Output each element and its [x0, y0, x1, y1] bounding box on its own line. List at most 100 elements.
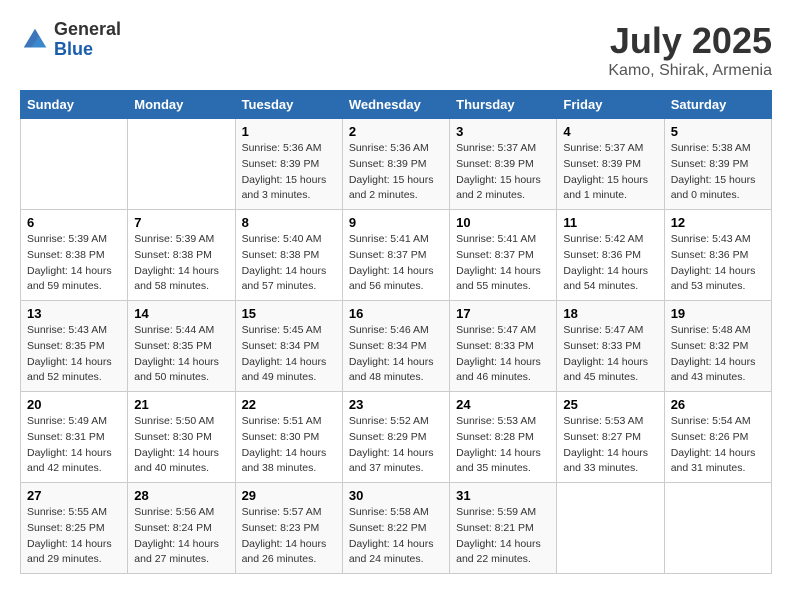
day-number: 5 — [671, 124, 765, 139]
weekday-header: Wednesday — [342, 91, 449, 119]
weekday-header: Saturday — [664, 91, 771, 119]
day-number: 3 — [456, 124, 550, 139]
day-info: Sunrise: 5:41 AMSunset: 8:37 PMDaylight:… — [349, 232, 443, 295]
day-info: Sunrise: 5:38 AMSunset: 8:39 PMDaylight:… — [671, 141, 765, 204]
day-info: Sunrise: 5:56 AMSunset: 8:24 PMDaylight:… — [134, 505, 228, 568]
day-number: 11 — [563, 215, 657, 230]
calendar-body: 1Sunrise: 5:36 AMSunset: 8:39 PMDaylight… — [21, 119, 772, 574]
calendar-cell: 14Sunrise: 5:44 AMSunset: 8:35 PMDayligh… — [128, 301, 235, 392]
calendar-cell: 21 Sunrise: 5:50 AMSunset: 8:30 PMDayligh… — [128, 392, 235, 483]
day-number: 24 — [456, 397, 550, 412]
calendar-cell: 9Sunrise: 5:41 AMSunset: 8:37 PMDaylight… — [342, 210, 449, 301]
location: Kamo, Shirak, Armenia — [608, 62, 772, 80]
calendar-cell: 27 Sunrise: 5:55 AMSunset: 8:25 PMDayligh… — [21, 483, 128, 574]
weekday-header: Friday — [557, 91, 664, 119]
day-info: Sunrise: 5:47 AMSunset: 8:33 PMDaylight:… — [563, 323, 657, 386]
logo: General Blue — [20, 20, 121, 60]
calendar-cell: 31Sunrise: 5:59 AMSunset: 8:21 PMDayligh… — [450, 483, 557, 574]
day-number: 22 — [242, 397, 336, 412]
day-info: Sunrise: 5:40 AMSunset: 8:38 PMDaylight:… — [242, 232, 336, 295]
day-number: 10 — [456, 215, 550, 230]
day-info: Sunrise: 5:51 AMSunset: 8:30 PMDaylight:… — [242, 414, 336, 477]
day-info: Sunrise: 5:57 AMSunset: 8:23 PMDaylight:… — [242, 505, 336, 568]
day-number: 23 — [349, 397, 443, 412]
day-info: Sunrise: 5:54 AMSunset: 8:26 PMDaylight:… — [671, 414, 765, 477]
calendar-cell — [21, 119, 128, 210]
calendar-cell: 5 Sunrise: 5:38 AMSunset: 8:39 PMDaylight… — [664, 119, 771, 210]
calendar-cell: 17Sunrise: 5:47 AMSunset: 8:33 PMDayligh… — [450, 301, 557, 392]
day-number: 27 — [27, 488, 121, 503]
weekday-header: Monday — [128, 91, 235, 119]
logo-general: General — [54, 20, 121, 40]
logo-text: General Blue — [54, 20, 121, 60]
day-info: Sunrise: 5:50 AMSunset: 8:30 PMDaylight:… — [134, 414, 228, 477]
calendar-cell — [557, 483, 664, 574]
calendar-week-row: 20 Sunrise: 5:49 AMSunset: 8:31 PMDayligh… — [21, 392, 772, 483]
day-number: 20 — [27, 397, 121, 412]
day-number: 6 — [27, 215, 121, 230]
calendar-table: SundayMondayTuesdayWednesdayThursdayFrid… — [20, 90, 772, 574]
calendar-week-row: 13Sunrise: 5:43 AMSunset: 8:35 PMDayligh… — [21, 301, 772, 392]
day-number: 15 — [242, 306, 336, 321]
calendar-cell: 30 Sunrise: 5:58 AMSunset: 8:22 PMDayligh… — [342, 483, 449, 574]
calendar-cell: 13Sunrise: 5:43 AMSunset: 8:35 PMDayligh… — [21, 301, 128, 392]
calendar-cell: 12Sunrise: 5:43 AMSunset: 8:36 PMDayligh… — [664, 210, 771, 301]
calendar-week-row: 1Sunrise: 5:36 AMSunset: 8:39 PMDaylight… — [21, 119, 772, 210]
calendar-cell: 24Sunrise: 5:53 AMSunset: 8:28 PMDayligh… — [450, 392, 557, 483]
day-number: 26 — [671, 397, 765, 412]
page-header: General Blue July 2025 Kamo, Shirak, Arm… — [20, 20, 772, 80]
calendar-week-row: 27 Sunrise: 5:55 AMSunset: 8:25 PMDayligh… — [21, 483, 772, 574]
day-info: Sunrise: 5:37 AMSunset: 8:39 PMDaylight:… — [456, 141, 550, 204]
day-info: Sunrise: 5:36 AMSunset: 8:39 PMDaylight:… — [242, 141, 336, 204]
day-info: Sunrise: 5:42 AMSunset: 8:36 PMDaylight:… — [563, 232, 657, 295]
calendar-cell: 16Sunrise: 5:46 AMSunset: 8:34 PMDayligh… — [342, 301, 449, 392]
calendar-cell: 19 Sunrise: 5:48 AMSunset: 8:32 PMDayligh… — [664, 301, 771, 392]
calendar-cell: 4Sunrise: 5:37 AMSunset: 8:39 PMDaylight… — [557, 119, 664, 210]
calendar-cell: 20 Sunrise: 5:49 AMSunset: 8:31 PMDayligh… — [21, 392, 128, 483]
day-number: 18 — [563, 306, 657, 321]
calendar-cell: 26 Sunrise: 5:54 AMSunset: 8:26 PMDayligh… — [664, 392, 771, 483]
day-number: 30 — [349, 488, 443, 503]
day-info: Sunrise: 5:48 AMSunset: 8:32 PMDaylight:… — [671, 323, 765, 386]
day-number: 2 — [349, 124, 443, 139]
day-number: 14 — [134, 306, 228, 321]
day-info: Sunrise: 5:58 AMSunset: 8:22 PMDaylight:… — [349, 505, 443, 568]
calendar-cell: 6Sunrise: 5:39 AMSunset: 8:38 PMDaylight… — [21, 210, 128, 301]
calendar-cell: 1Sunrise: 5:36 AMSunset: 8:39 PMDaylight… — [235, 119, 342, 210]
day-info: Sunrise: 5:47 AMSunset: 8:33 PMDaylight:… — [456, 323, 550, 386]
calendar-cell: 28 Sunrise: 5:56 AMSunset: 8:24 PMDayligh… — [128, 483, 235, 574]
logo-icon — [20, 25, 50, 55]
weekday-header: Tuesday — [235, 91, 342, 119]
title-block: July 2025 Kamo, Shirak, Armenia — [608, 20, 772, 80]
calendar-header: SundayMondayTuesdayWednesdayThursdayFrid… — [21, 91, 772, 119]
calendar-week-row: 6 Sunrise: 5:39 AMSunset: 8:38 PMDaylight… — [21, 210, 772, 301]
day-number: 8 — [242, 215, 336, 230]
day-number: 19 — [671, 306, 765, 321]
calendar-cell: 3 Sunrise: 5:37 AMSunset: 8:39 PMDaylight… — [450, 119, 557, 210]
logo-blue: Blue — [54, 40, 121, 60]
day-info: Sunrise: 5:39 AMSunset: 8:38 PMDaylight:… — [134, 232, 228, 295]
weekday-header: Thursday — [450, 91, 557, 119]
day-number: 31 — [456, 488, 550, 503]
day-info: Sunrise: 5:45 AMSunset: 8:34 PMDaylight:… — [242, 323, 336, 386]
day-info: Sunrise: 5:49 AMSunset: 8:31 PMDaylight:… — [27, 414, 121, 477]
calendar-cell: 2 Sunrise: 5:36 AMSunset: 8:39 PMDaylight… — [342, 119, 449, 210]
day-info: Sunrise: 5:36 AMSunset: 8:39 PMDaylight:… — [349, 141, 443, 204]
day-number: 21 — [134, 397, 228, 412]
weekday-header: Sunday — [21, 91, 128, 119]
day-number: 28 — [134, 488, 228, 503]
calendar-cell — [664, 483, 771, 574]
day-info: Sunrise: 5:41 AMSunset: 8:37 PMDaylight:… — [456, 232, 550, 295]
day-number: 29 — [242, 488, 336, 503]
day-info: Sunrise: 5:52 AMSunset: 8:29 PMDaylight:… — [349, 414, 443, 477]
day-info: Sunrise: 5:55 AMSunset: 8:25 PMDaylight:… — [27, 505, 121, 568]
calendar-cell: 15 Sunrise: 5:45 AMSunset: 8:34 PMDayligh… — [235, 301, 342, 392]
calendar-cell: 18 Sunrise: 5:47 AMSunset: 8:33 PMDayligh… — [557, 301, 664, 392]
day-number: 16 — [349, 306, 443, 321]
calendar-cell: 7Sunrise: 5:39 AMSunset: 8:38 PMDaylight… — [128, 210, 235, 301]
month-title: July 2025 — [608, 20, 772, 62]
calendar-cell: 11 Sunrise: 5:42 AMSunset: 8:36 PMDayligh… — [557, 210, 664, 301]
calendar-cell: 10 Sunrise: 5:41 AMSunset: 8:37 PMDayligh… — [450, 210, 557, 301]
day-info: Sunrise: 5:43 AMSunset: 8:36 PMDaylight:… — [671, 232, 765, 295]
day-info: Sunrise: 5:53 AMSunset: 8:27 PMDaylight:… — [563, 414, 657, 477]
